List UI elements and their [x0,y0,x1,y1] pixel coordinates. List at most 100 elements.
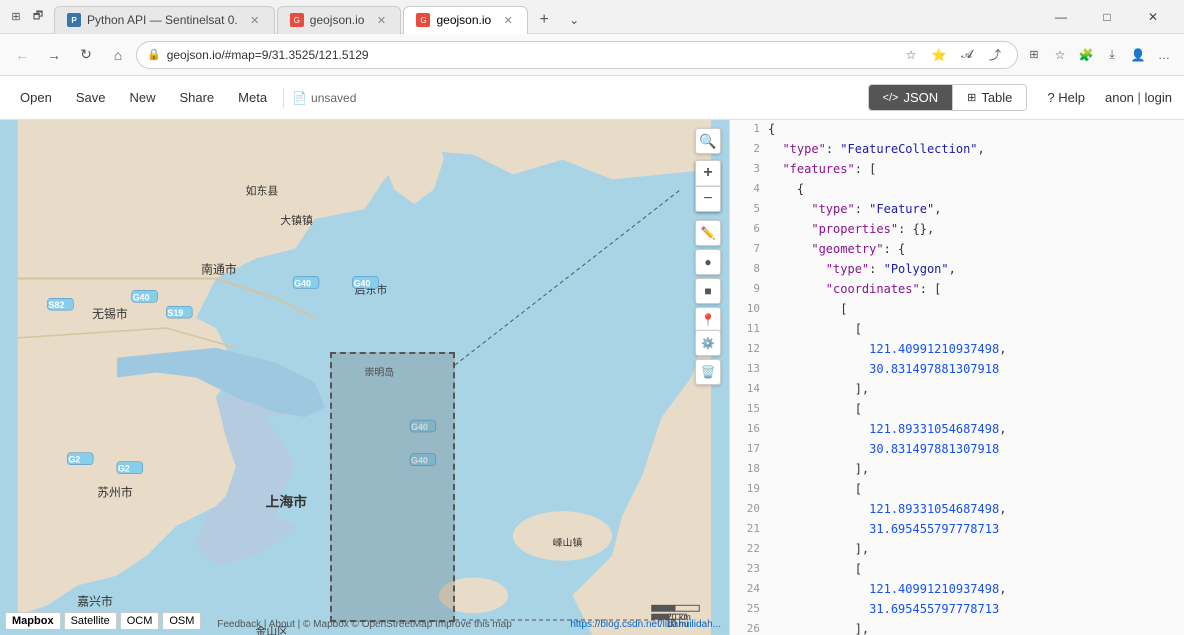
new-tab-button[interactable]: + [530,6,558,34]
line-content: ], [768,620,1176,635]
downloads-button[interactable]: ⤓ [1100,43,1124,67]
svg-text:G2: G2 [118,464,130,474]
nav-bar: ← → ↻ ⌂ 🔒 geojson.io/#map=9/31.3525/121.… [0,34,1184,76]
draw-point-tool[interactable]: ● [695,249,721,275]
extensions-button[interactable]: 🧩 [1074,43,1098,67]
json-line: 24 121.40991210937498, [730,580,1184,600]
map-area[interactable]: 无锡市 苏州市 南通市 启东市 上海市 嘉兴市 金山区 如东县 大镇镇 崇明岛 … [0,120,729,635]
back-button[interactable]: ← [8,41,36,69]
json-line: 10 [ [730,300,1184,320]
anon-link[interactable]: anon [1105,90,1134,105]
draw-polygon-tool[interactable]: ■ [695,278,721,304]
open-button[interactable]: Open [12,86,60,109]
line-number: 2 [738,140,768,160]
close-button[interactable]: ✕ [1130,0,1176,34]
map-search-button[interactable]: 🔍 [695,128,721,154]
address-actions: ☆ ⭐ 𝓐 ⤴ [899,43,1007,67]
zoom-out-button[interactable]: − [695,186,721,212]
line-number: 8 [738,260,768,280]
table-icon: ⊞ [967,91,976,104]
search-control[interactable]: 🔍 [695,128,721,154]
style-satellite[interactable]: Satellite [64,612,117,630]
save-button[interactable]: Save [68,86,114,109]
title-bar: ⊞ 🗗 P Python API — Sentinelsat 0. ✕ G ge… [0,0,1184,34]
line-content: "geometry": { [768,240,1176,260]
line-content: 121.89331054687498, [768,500,1176,520]
collections-button[interactable]: ⭐ [927,43,951,67]
json-line: 25 31.695455797778713 [730,600,1184,620]
toolbar-right: </> JSON ⊞ Table ? Help anon | login [868,84,1172,111]
minimize-button[interactable]: — [1038,0,1084,34]
line-number: 4 [738,180,768,200]
line-number: 24 [738,580,768,600]
line-content: 31.695455797778713 [768,600,1176,620]
tab-python[interactable]: P Python API — Sentinelsat 0. ✕ [54,6,275,34]
line-content: ], [768,380,1176,400]
json-line: 13 30.831497881307918 [730,360,1184,380]
line-content: 30.831497881307918 [768,360,1176,380]
style-ocm[interactable]: OCM [120,612,160,630]
tab-json[interactable]: </> JSON [869,85,954,110]
meta-button[interactable]: Meta [230,86,275,109]
auth-links: anon | login [1105,90,1172,105]
tab-close-geo2[interactable]: ✕ [501,13,515,27]
tab-geojson1[interactable]: G geojson.io ✕ [277,6,402,34]
map-source-link[interactable]: https://blog.csdn.net/lidahuilidah... [570,619,721,630]
login-link[interactable]: login [1145,90,1172,105]
read-aloud-button[interactable]: 𝓐 [955,43,979,67]
profile-button[interactable]: 👤 [1126,43,1150,67]
style-osm[interactable]: OSM [162,612,201,630]
svg-text:G40: G40 [294,278,311,288]
line-number: 26 [738,620,768,635]
forward-button[interactable]: → [40,41,68,69]
toolbar-separator [283,88,284,108]
bookmark-button[interactable]: ☆ [899,43,923,67]
tab-geojson2[interactable]: G geojson.io ✕ [403,6,528,34]
line-number: 5 [738,200,768,220]
nav-forward-btn[interactable]: 🗗 [30,9,46,25]
json-line: 5 "type": "Feature", [730,200,1184,220]
split-screen-button[interactable]: ⊞ [1022,43,1046,67]
style-mapbox[interactable]: Mapbox [5,612,61,630]
favorites-button[interactable]: ☆ [1048,43,1072,67]
nav-back-btn[interactable]: ⊞ [8,9,24,25]
edit-tool[interactable]: ⚙️ [695,330,721,356]
settings-button[interactable]: … [1152,43,1176,67]
home-button[interactable]: ⌂ [104,41,132,69]
share-button[interactable]: Share [171,86,222,109]
tab-close-geo1[interactable]: ✕ [374,13,388,27]
json-tab-label: JSON [903,90,938,105]
help-button[interactable]: ? Help [1035,85,1097,110]
help-label: ? Help [1047,90,1085,105]
draw-line-tool[interactable]: ✏️ [695,220,721,246]
window-controls-left: ⊞ 🗗 [8,9,46,25]
line-number: 13 [738,360,768,380]
line-number: 7 [738,240,768,260]
json-editor[interactable]: 1{2 "type": "FeatureCollection",3 "featu… [730,120,1184,635]
json-line: 6 "properties": {}, [730,220,1184,240]
svg-text:大镇镇: 大镇镇 [280,213,313,227]
address-bar[interactable]: 🔒 geojson.io/#map=9/31.3525/121.5129 ☆ ⭐… [136,41,1018,69]
svg-text:上海市: 上海市 [265,493,307,509]
share-page-button[interactable]: ⤴ [983,43,1007,67]
refresh-button[interactable]: ↻ [72,41,100,69]
svg-text:G40: G40 [133,292,150,302]
json-line: 21 31.695455797778713 [730,520,1184,540]
json-line: 23 [ [730,560,1184,580]
tab-table[interactable]: ⊞ Table [953,85,1026,110]
new-button[interactable]: New [121,86,163,109]
line-number: 12 [738,340,768,360]
tab-close-python[interactable]: ✕ [248,13,262,27]
json-line: 20 121.89331054687498, [730,500,1184,520]
browser-frame: ⊞ 🗗 P Python API — Sentinelsat 0. ✕ G ge… [0,0,1184,635]
zoom-in-button[interactable]: + [695,160,721,186]
line-content: 121.40991210937498, [768,340,1176,360]
line-number: 23 [738,560,768,580]
map-style-switcher: Mapbox Satellite OCM OSM [5,612,201,630]
line-number: 14 [738,380,768,400]
zoom-group: + − [695,160,721,212]
tab-menu-button[interactable]: ⌄ [560,6,588,34]
maximize-button[interactable]: □ [1084,0,1130,34]
line-content: [ [768,560,1176,580]
delete-tool[interactable]: 🗑️ [695,359,721,385]
